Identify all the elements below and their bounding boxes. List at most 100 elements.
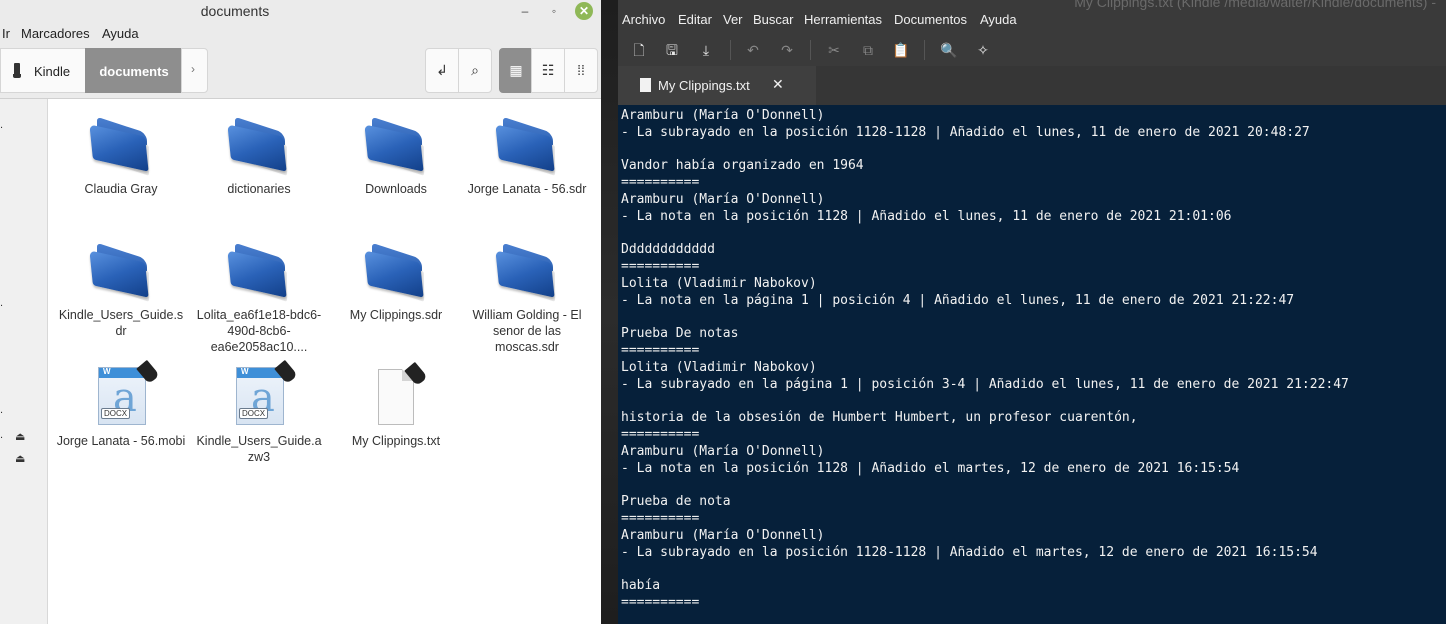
folder-icon [495,242,557,302]
text-line: ========== [621,175,700,191]
menu-buscar[interactable]: Buscar [753,12,793,27]
text-line: Dddddddddddd [621,242,715,258]
text-document-icon [378,361,428,425]
text-line: Aramburu (María O'Donnell) [621,527,825,543]
breadcrumb-kindle[interactable]: Kindle [0,48,86,93]
toolbar-separator [924,40,925,60]
download-icon[interactable]: ⤓ [695,39,717,61]
text-line: Aramburu (María O'Donnell) [621,108,825,123]
file-name: Lolita_ea6f1e18-bdc6-490d-8cb6-ea6e2058a… [196,308,322,354]
icon-view-button[interactable]: ▦ [499,48,533,93]
text-line: - La nota en la posición 1128 | Añadido … [621,460,1240,476]
menu-ver[interactable]: Ver [723,12,743,27]
search-button[interactable]: ⌕ [458,48,492,93]
paste-icon[interactable]: 📋 [890,39,912,61]
folder-icon [89,116,151,176]
text-line: - La nota en la página 1 | posición 4 | … [621,292,1295,308]
file-name: Jorge Lanata - 56.sdr [467,182,587,196]
folder-icon [89,242,151,302]
redo-icon[interactable]: ↷ [776,39,798,61]
file-item[interactable]: Downloads [331,115,461,197]
file-name: William Golding - El senor de las moscas… [472,308,582,354]
text-line: ========== [621,511,700,527]
toolbar-separator [810,40,811,60]
file-item[interactable]: William Golding - El senor de las moscas… [462,241,592,355]
file-item[interactable]: W a DOCX Jorge Lanata - 56.mobi [56,359,186,449]
folder-icon [364,116,426,176]
search-icon[interactable]: 🔍 [938,39,960,61]
replace-icon[interactable]: ✧ [972,39,994,61]
file-name: dictionaries [227,182,291,196]
close-tab-icon[interactable]: ✕ [772,76,784,93]
file-item[interactable]: My Clippings.txt [331,361,461,449]
menu-archivo[interactable]: Archivo [622,12,665,27]
breadcrumb-forward[interactable]: › [181,48,208,93]
editor-text-area[interactable]: Aramburu (María O'Donnell) - La subrayado… [618,105,1446,624]
file-name: Downloads [365,182,427,196]
file-item[interactable]: W a DOCX Kindle_Users_Guide.azw3 [194,359,324,465]
menu-herramientas[interactable]: Herramientas [804,12,882,27]
compact-view-button[interactable]: ☷ [531,48,565,93]
file-item[interactable]: Claudia Gray [56,115,186,197]
docx-badge: DOCX [239,408,269,419]
file-manager-menubar: Ir Marcadores Ayuda [0,22,601,44]
text-line: - La subrayado en la posición 1128-1128 … [621,544,1318,560]
word-icon-header: W [103,367,111,376]
text-line: Vandor había organizado en 1964 [621,158,864,174]
breadcrumb-documents[interactable]: documents [85,48,181,93]
text-line: Prueba De notas [621,326,739,342]
document-icon [640,78,651,92]
tab-label: My Clippings.txt [658,78,750,93]
eject-icon[interactable]: ⏏ [15,430,25,443]
pin-icon [136,359,160,385]
desktop: documents ‒ ◦ ✕ Ir Marcadores Ayuda Kind… [0,0,1446,624]
minimize-icon[interactable]: ‒ [516,2,534,20]
menu-ir[interactable]: Ir [2,26,10,41]
text-line [621,562,1446,579]
copy-icon[interactable]: ⧉ [857,39,879,61]
sidebar-mark: . [0,297,4,309]
eject-icon[interactable]: ⏏ [15,452,25,465]
menu-documentos[interactable]: Documentos [894,12,967,27]
folder-icon [364,242,426,302]
text-line: ========== [621,259,700,275]
tab-my-clippings[interactable]: My Clippings.txt ✕ [618,66,816,105]
file-name: Claudia Gray [84,182,158,196]
save-icon[interactable]: 🖫 [661,39,683,61]
file-item[interactable]: Lolita_ea6f1e18-bdc6-490d-8cb6-ea6e2058a… [194,241,324,355]
toggle-location-button[interactable]: ↲ [425,48,459,93]
file-item[interactable]: dictionaries [194,115,324,197]
pin-icon [404,361,428,387]
text-line: ========== [621,343,700,359]
menu-editar[interactable]: Editar [678,12,712,27]
breadcrumb-documents-label: documents [99,64,169,79]
sidebar-mark: . [0,404,4,416]
file-item[interactable]: My Clippings.sdr [331,241,461,323]
close-icon[interactable]: ✕ [575,2,593,20]
file-item[interactable]: Kindle_Users_Guide.sdr [56,241,186,339]
text-line: Lolita (Vladimir Nabokov) [621,359,817,375]
file-manager-titlebar[interactable]: documents ‒ ◦ ✕ [0,0,601,22]
list-view-button[interactable]: ⁞⁞ [564,48,598,93]
text-line: Lolita (Vladimir Nabokov) [621,275,817,291]
folder-icon [495,116,557,176]
menu-ayuda[interactable]: Ayuda [980,12,1017,27]
chevron-right-icon: › [191,62,195,76]
cut-icon[interactable]: ✂ [823,39,845,61]
editor-toolbar: 🗋 🖫 ⤓ ↶ ↷ ✂ ⧉ 📋 🔍 ✧ [618,34,1446,66]
file-name: My Clippings.txt [351,434,441,448]
text-line [621,142,1446,159]
text-line: - La subrayado en la posición 1128-1128 … [621,124,1310,140]
pin-icon [274,359,298,385]
editor-menubar: My Clippings.txt (Kindle /media/walter/K… [618,0,1446,34]
new-document-icon[interactable]: 🗋 [628,39,650,61]
text-line [621,226,1446,243]
undo-icon[interactable]: ↶ [742,39,764,61]
menu-ayuda[interactable]: Ayuda [102,26,139,41]
places-sidebar: . . . . ⏏ ⏏ [0,99,48,624]
text-line: ========== [621,595,700,611]
file-item[interactable]: Jorge Lanata - 56.sdr [462,115,592,197]
text-line: ========== [621,427,700,443]
menu-marcadores[interactable]: Marcadores [21,26,90,41]
maximize-icon[interactable]: ◦ [545,2,563,20]
